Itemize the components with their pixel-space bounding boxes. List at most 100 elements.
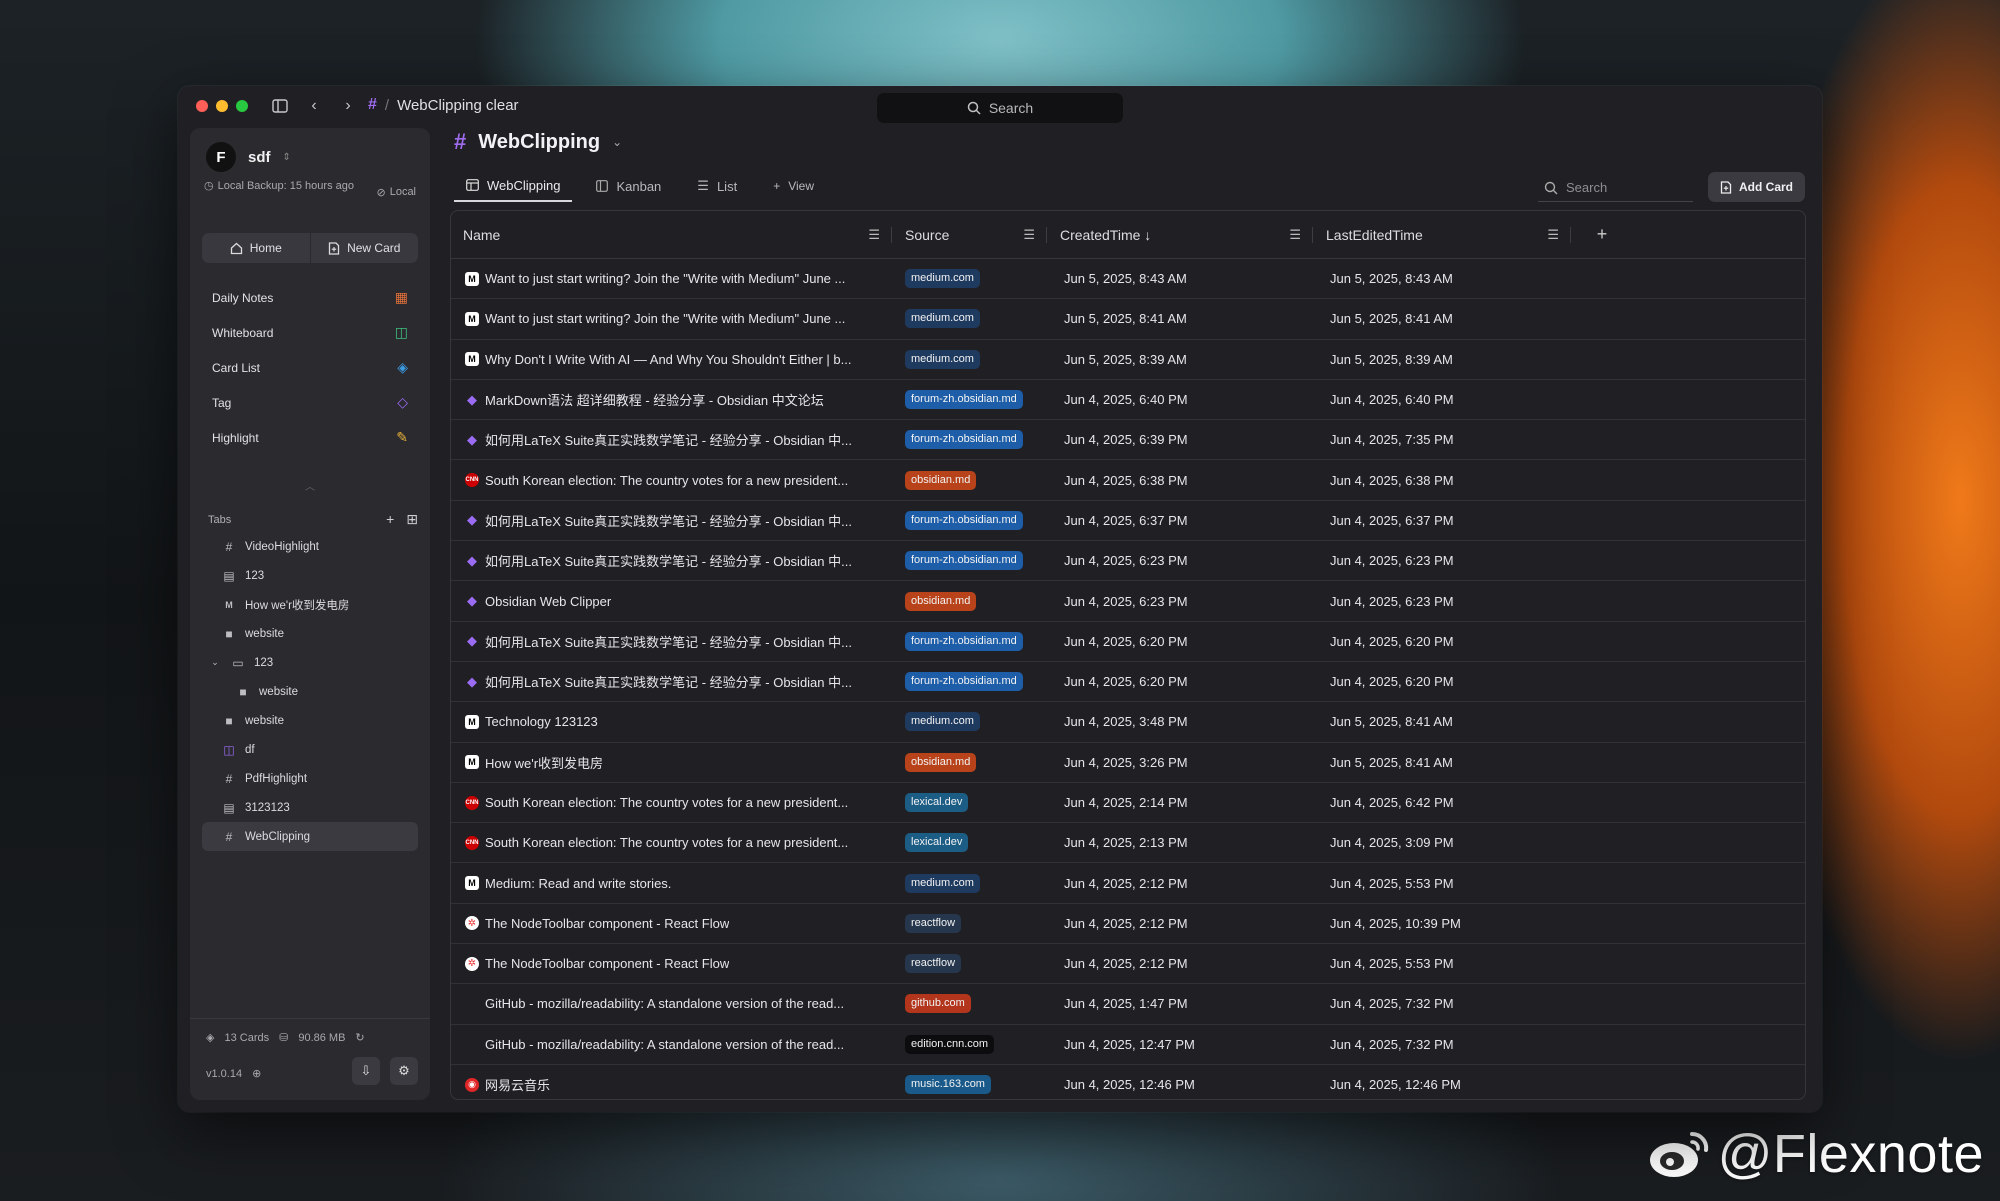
cell-name[interactable]: ◆ 如何用LaTeX Suite真正实践数学笔记 - 经验分享 - Obsidia… (451, 511, 893, 530)
tab-item[interactable]: ■ website (202, 706, 418, 735)
cell-name[interactable]: ◆ 如何用LaTeX Suite真正实践数学笔记 - 经验分享 - Obsidia… (451, 672, 893, 691)
cell-name[interactable]: CNN South Korean election: The country vo… (451, 795, 893, 810)
import-button[interactable]: ⇩ (352, 1057, 380, 1085)
cell-source[interactable]: forum-zh.obsidian.md (893, 390, 1048, 410)
tab-item[interactable]: ▤ 123 (202, 561, 418, 590)
tab-item[interactable]: ◫ df (202, 735, 418, 764)
forward-icon[interactable]: › (338, 96, 358, 116)
refresh-icon[interactable]: ↻ (355, 1031, 364, 1044)
tab-kanban[interactable]: Kanban (584, 170, 673, 202)
table-row[interactable]: CNN South Korean election: The country vo… (451, 460, 1805, 501)
tab-item[interactable]: M How we'r收到发电房 (202, 590, 418, 619)
cell-source[interactable]: reactflow (893, 913, 1048, 933)
table-search-input[interactable]: Search (1538, 174, 1693, 202)
cell-name[interactable]: ✲ The NodeToolbar component - React Flow (451, 916, 893, 931)
sidebar-item-whiteboard[interactable]: Whiteboard ◫ (202, 315, 418, 350)
cell-source[interactable]: edition.cnn.com (893, 1034, 1048, 1054)
table-row[interactable]: ◆ 如何用LaTeX Suite真正实践数学笔记 - 经验分享 - Obsidia… (451, 501, 1805, 542)
table-row[interactable]: ◆ 如何用LaTeX Suite真正实践数学笔记 - 经验分享 - Obsidia… (451, 662, 1805, 703)
cell-source[interactable]: lexical.dev (893, 793, 1048, 812)
cell-name[interactable]: M Medium: Read and write stories. (451, 876, 893, 891)
cell-source[interactable]: obsidian.md (893, 470, 1048, 490)
cell-source[interactable]: github.com (893, 994, 1048, 1014)
table-row[interactable]: M Why Don't I Write With AI — And Why You… (451, 340, 1805, 380)
tab-item[interactable]: # VideoHighlight (202, 532, 418, 561)
cell-source[interactable]: lexical.dev (893, 833, 1048, 853)
minimize-window-button[interactable] (216, 100, 228, 112)
filter-icon[interactable]: ☰ (1289, 227, 1301, 243)
cell-source[interactable]: obsidian.md (893, 591, 1048, 611)
add-tab-icon[interactable]: + (386, 511, 394, 528)
tab-webclipping[interactable]: WebClipping (454, 170, 573, 202)
cell-name[interactable]: ◉ 网易云音乐 (451, 1075, 893, 1094)
breadcrumb-title[interactable]: WebClipping clear (397, 97, 518, 114)
filter-icon[interactable]: ☰ (1023, 227, 1035, 243)
cell-name[interactable]: GitHub - mozilla/readability: A standalo… (451, 1037, 893, 1052)
cell-source[interactable]: medium.com (893, 349, 1048, 369)
local-status[interactable]: ⊘ Local (376, 186, 416, 199)
cell-source[interactable]: reactflow (893, 954, 1048, 974)
new-folder-icon[interactable]: ⊞ (406, 511, 418, 528)
table-row[interactable]: CNN South Korean election: The country vo… (451, 823, 1805, 864)
workspace-switcher[interactable]: F sdf ⇕ (206, 142, 291, 172)
table-row[interactable]: ◆ Obsidian Web Clipper obsidian.md Jun 4, 2… (451, 581, 1805, 622)
add-column-button[interactable]: + (1572, 224, 1632, 245)
cell-source[interactable]: medium.com (893, 269, 1048, 289)
table-row[interactable]: CNN South Korean election: The country vo… (451, 783, 1805, 824)
table-row[interactable]: ✲ The NodeToolbar component - React Flow r… (451, 944, 1805, 985)
add-card-button[interactable]: Add Card (1708, 172, 1805, 202)
new-card-button[interactable]: New Card (309, 233, 419, 263)
tab-folder[interactable]: ⌄ ▭ 123 (202, 648, 418, 677)
column-header-source[interactable]: Source ☰ (893, 211, 1048, 258)
column-header-last-edited[interactable]: LastEditedTime ☰ (1314, 211, 1572, 258)
cell-name[interactable]: ✲ The NodeToolbar component - React Flow (451, 956, 893, 971)
sidebar-item-daily-notes[interactable]: Daily Notes ▦ (202, 280, 418, 315)
cell-name[interactable]: ◆ 如何用LaTeX Suite真正实践数学笔记 - 经验分享 - Obsidia… (451, 551, 893, 570)
table-row[interactable]: GitHub - mozilla/readability: A standalo… (451, 984, 1805, 1025)
table-row[interactable]: GitHub - mozilla/readability: A standalo… (451, 1025, 1805, 1065)
cell-name[interactable]: CNN South Korean election: The country vo… (451, 835, 893, 850)
cell-name[interactable]: M Technology 123123 (451, 714, 893, 729)
cell-name[interactable]: ◆ 如何用LaTeX Suite真正实践数学笔记 - 经验分享 - Obsidia… (451, 430, 893, 449)
sidebar-toggle-icon[interactable] (270, 96, 290, 116)
cell-source[interactable]: medium.com (893, 309, 1048, 329)
sidebar-item-card-list[interactable]: Card List ◈ (202, 350, 418, 385)
cell-source[interactable]: medium.com (893, 712, 1048, 732)
page-title[interactable]: # WebClipping ⌄ (454, 128, 622, 156)
global-search-button[interactable]: Search (877, 93, 1123, 123)
cell-name[interactable]: M Why Don't I Write With AI — And Why You… (451, 352, 893, 367)
column-header-name[interactable]: Name ☰ (451, 211, 893, 258)
home-button[interactable]: Home (202, 233, 310, 263)
filter-icon[interactable]: ☰ (868, 227, 880, 243)
cell-source[interactable]: medium.com (893, 873, 1048, 893)
cell-name[interactable]: M Want to just start writing? Join the "W… (451, 271, 893, 286)
cell-name[interactable]: ◆ MarkDown语法 超详细教程 - 经验分享 - Obsidian 中文论坛 (451, 390, 893, 409)
back-icon[interactable]: ‹ (304, 96, 324, 116)
table-row[interactable]: M Medium: Read and write stories. medium.c… (451, 863, 1805, 904)
tab-item[interactable]: ■ website (202, 619, 418, 648)
settings-button[interactable]: ⚙ (390, 1057, 418, 1085)
cell-source[interactable]: music.163.com (893, 1075, 1048, 1095)
table-row[interactable]: M Want to just start writing? Join the "W… (451, 299, 1805, 340)
tab-item-active[interactable]: # WebClipping (202, 822, 418, 851)
update-icon[interactable]: ⊕ (252, 1067, 261, 1080)
cell-source[interactable]: obsidian.md (893, 752, 1048, 772)
tab-item[interactable]: ■ website (202, 677, 418, 706)
sidebar-item-highlight[interactable]: Highlight ✎ (202, 420, 418, 455)
table-row[interactable]: ◆ 如何用LaTeX Suite真正实践数学笔记 - 经验分享 - Obsidia… (451, 420, 1805, 461)
cell-name[interactable]: M How we'r收到发电房 (451, 753, 893, 772)
cell-source[interactable]: forum-zh.obsidian.md (893, 672, 1048, 692)
close-window-button[interactable] (196, 100, 208, 112)
cell-source[interactable]: forum-zh.obsidian.md (893, 551, 1048, 571)
cell-name[interactable]: ◆ Obsidian Web Clipper (451, 594, 893, 609)
column-header-created[interactable]: CreatedTime ↓ ☰ (1048, 211, 1314, 258)
table-row[interactable]: M Technology 123123 medium.com Jun 4, 2025,… (451, 702, 1805, 743)
table-row[interactable]: ◆ 如何用LaTeX Suite真正实践数学笔记 - 经验分享 - Obsidia… (451, 541, 1805, 582)
table-row[interactable]: ◆ MarkDown语法 超详细教程 - 经验分享 - Obsidian 中文论坛… (451, 380, 1805, 421)
collapse-chevron-icon[interactable]: ︿ (305, 478, 315, 493)
cell-name[interactable]: M Want to just start writing? Join the "W… (451, 311, 893, 326)
cell-source[interactable]: forum-zh.obsidian.md (893, 430, 1048, 450)
cell-source[interactable]: forum-zh.obsidian.md (893, 631, 1048, 651)
cell-name[interactable]: ◆ 如何用LaTeX Suite真正实践数学笔记 - 经验分享 - Obsidia… (451, 632, 893, 651)
tab-item[interactable]: # PdfHighlight (202, 764, 418, 793)
